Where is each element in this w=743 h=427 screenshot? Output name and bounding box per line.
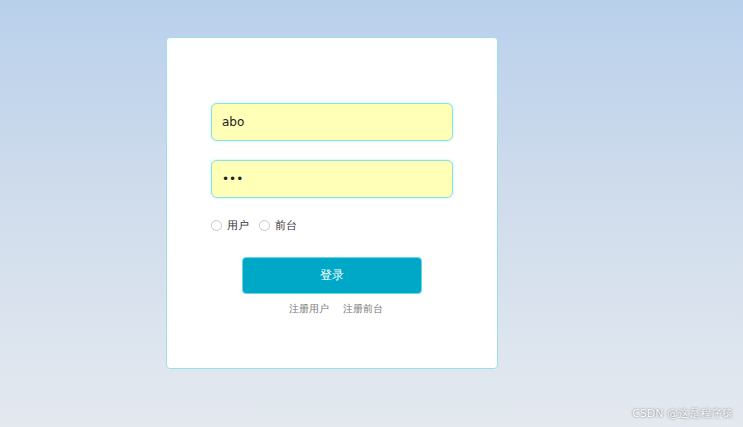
login-fields: [211, 103, 453, 198]
radio-circle-icon[interactable]: [211, 220, 222, 231]
login-button[interactable]: 登录: [242, 257, 422, 294]
radio-circle-icon[interactable]: [259, 220, 270, 231]
username-field[interactable]: [211, 103, 453, 141]
login-card: 用户 前台登录注册用户注册前台: [166, 37, 498, 369]
login-page: 用户 前台登录注册用户注册前台 CSDN @这是程序猿: [0, 0, 743, 427]
register-links: 注册用户注册前台: [289, 302, 497, 316]
register-link[interactable]: 注册用户: [289, 302, 329, 316]
role-radio[interactable]: 用户: [211, 218, 249, 233]
role-radio[interactable]: 前台: [259, 218, 297, 233]
watermark: CSDN @这是程序猿: [632, 406, 733, 421]
role-label: 前台: [275, 218, 297, 233]
role-radio-group: 用户 前台: [211, 218, 497, 233]
role-label: 用户: [227, 218, 249, 233]
register-link[interactable]: 注册前台: [343, 302, 383, 316]
password-field[interactable]: [211, 160, 453, 198]
